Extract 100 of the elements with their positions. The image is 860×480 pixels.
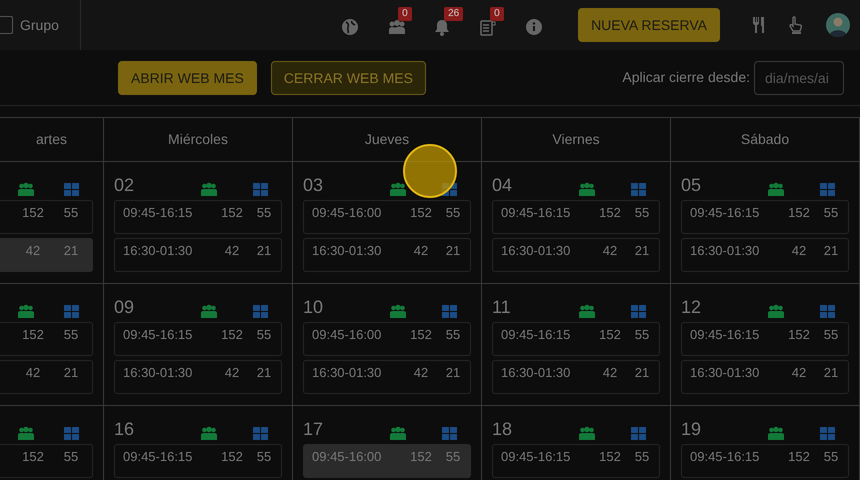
tables-count: 21 [444, 364, 462, 382]
tables-count: 21 [634, 364, 650, 382]
shift-time: 09:45-16:15 [501, 204, 572, 222]
shift-time: 16:30-01:30 [690, 242, 760, 260]
day-number: 09 [114, 296, 134, 318]
shift-slot[interactable]: 09:45-16:15 152 55 [114, 200, 282, 234]
shift-slot[interactable]: 152 55 [0, 322, 93, 356]
shift-slot[interactable]: 09:45-16:15 152 55 [114, 322, 282, 356]
covers-count: 152 [598, 204, 622, 222]
covers-count: 42 [24, 242, 42, 260]
people-icon [201, 426, 217, 440]
utensils-icon[interactable] [752, 16, 766, 34]
shift-slot[interactable]: 09:45-16:15 152 55 [681, 200, 849, 234]
shift-time: 09:45-16:15 [690, 326, 760, 344]
people-icon [18, 426, 34, 440]
shift-slot[interactable]: 16:30-01:30 42 21 [492, 360, 660, 394]
shift-time: 09:45-16:15 [123, 448, 194, 466]
grid-icon [64, 305, 79, 318]
day-header: Miércoles [104, 118, 293, 162]
people-icon[interactable] [388, 19, 406, 36]
people-icon [768, 182, 784, 196]
tables-count: 21 [256, 242, 272, 260]
shift-time: 09:45-16:15 [123, 326, 194, 344]
tables-count: 55 [444, 204, 462, 222]
shift-slot[interactable]: 16:30-01:30 42 21 [303, 238, 471, 272]
covers-count: 42 [602, 242, 618, 260]
shift-slot[interactable]: 152 55 [0, 200, 93, 234]
shift-slot[interactable]: 09:45-16:15 152 55 [492, 322, 660, 356]
date-field[interactable]: dia/mes/ai [754, 60, 844, 94]
shift-slot[interactable]: 09:45-16:15 152 55 [492, 444, 660, 478]
shift-slot[interactable]: 42 21 [0, 360, 93, 394]
people-icon [579, 426, 595, 440]
covers-count: 42 [24, 364, 42, 382]
shift-slot[interactable]: 16:30-01:30 42 21 [681, 238, 849, 272]
bell-icon[interactable] [434, 18, 450, 36]
shift-slot[interactable]: 42 21 [0, 238, 93, 272]
shift-time: 09:45-16:15 [123, 204, 194, 222]
grid-icon [820, 427, 835, 440]
shift-slot[interactable]: 09:45-16:00 152 55 [303, 200, 471, 234]
tables-count: 55 [256, 204, 272, 222]
hand-pointer-icon[interactable] [788, 16, 804, 34]
shift-time: 09:45-16:00 [312, 326, 382, 344]
tables-count: 55 [634, 204, 650, 222]
shift-slot[interactable]: 09:45-16:15 152 55 [681, 444, 849, 478]
covers-count: 152 [598, 448, 622, 466]
covers-count: 42 [224, 364, 240, 382]
shift-slot[interactable]: 09:45-16:15 152 55 [114, 444, 282, 478]
people-icon [768, 304, 784, 318]
covers-count: 152 [220, 448, 244, 466]
covers-count: 42 [790, 364, 808, 382]
grid-icon [64, 427, 79, 440]
people-icon [201, 304, 217, 318]
shift-slot[interactable]: 16:30-01:30 42 21 [492, 238, 660, 272]
checkbox[interactable] [0, 16, 13, 34]
people-icon [390, 182, 406, 196]
grid-icon [64, 183, 79, 196]
covers-count: 152 [787, 204, 811, 222]
covers-count: 42 [602, 364, 618, 382]
grid-icon [253, 427, 268, 440]
shift-time: 16:30-01:30 [123, 242, 194, 260]
tables-count: 55 [634, 326, 650, 344]
shift-slot[interactable]: 16:30-01:30 42 21 [114, 238, 282, 272]
shift-slot[interactable]: 16:30-01:30 42 21 [303, 360, 471, 394]
shift-slot[interactable]: 09:45-16:00 152 55 [303, 322, 471, 356]
covers-count: 152 [21, 326, 45, 344]
day-number: 10 [303, 296, 324, 318]
shift-slot[interactable]: 16:30-01:30 42 21 [114, 360, 282, 394]
day-number: 18 [492, 418, 512, 440]
shift-slot[interactable]: 09:45-16:15 152 55 [492, 200, 660, 234]
grid-icon [442, 427, 457, 440]
shift-time: 09:45-16:00 [312, 204, 382, 222]
shift-time: 09:45-16:15 [501, 326, 572, 344]
tables-count: 21 [62, 364, 80, 382]
day-number: 17 [303, 418, 324, 440]
grid-icon [631, 183, 646, 196]
day-number: 03 [303, 174, 324, 196]
shift-slot[interactable]: 152 55 [0, 444, 93, 478]
day-number: 19 [681, 418, 702, 440]
people-icon [579, 182, 595, 196]
field-label: Aplicar cierre desde: [622, 68, 750, 87]
tables-count: 21 [822, 364, 840, 382]
covers-count: 152 [220, 326, 244, 344]
shift-time: 16:30-01:30 [312, 364, 382, 382]
clipboard-icon[interactable] [480, 18, 496, 36]
shift-slot[interactable]: 09:45-16:15 152 55 [681, 322, 849, 356]
avatar-icon[interactable] [826, 13, 850, 37]
covers-count: 152 [220, 204, 244, 222]
new-booking-button[interactable]: NUEVA RESERVA [578, 8, 720, 42]
grid-icon [820, 305, 835, 318]
info-icon[interactable] [526, 19, 542, 36]
shift-time: 09:45-16:00 [312, 448, 382, 466]
covers-count: 152 [409, 204, 433, 222]
month-web-button[interactable]: ABRIR WEB MES [118, 60, 257, 94]
globe-icon[interactable] [342, 19, 358, 36]
shift-slot[interactable]: 09:45-16:00 152 55 [303, 444, 471, 478]
covers-count: 42 [790, 242, 808, 260]
day-header: Sábado [671, 118, 860, 162]
tables-count: 21 [634, 242, 650, 260]
shift-slot[interactable]: 16:30-01:30 42 21 [681, 360, 849, 394]
covers-count: 152 [787, 326, 811, 344]
